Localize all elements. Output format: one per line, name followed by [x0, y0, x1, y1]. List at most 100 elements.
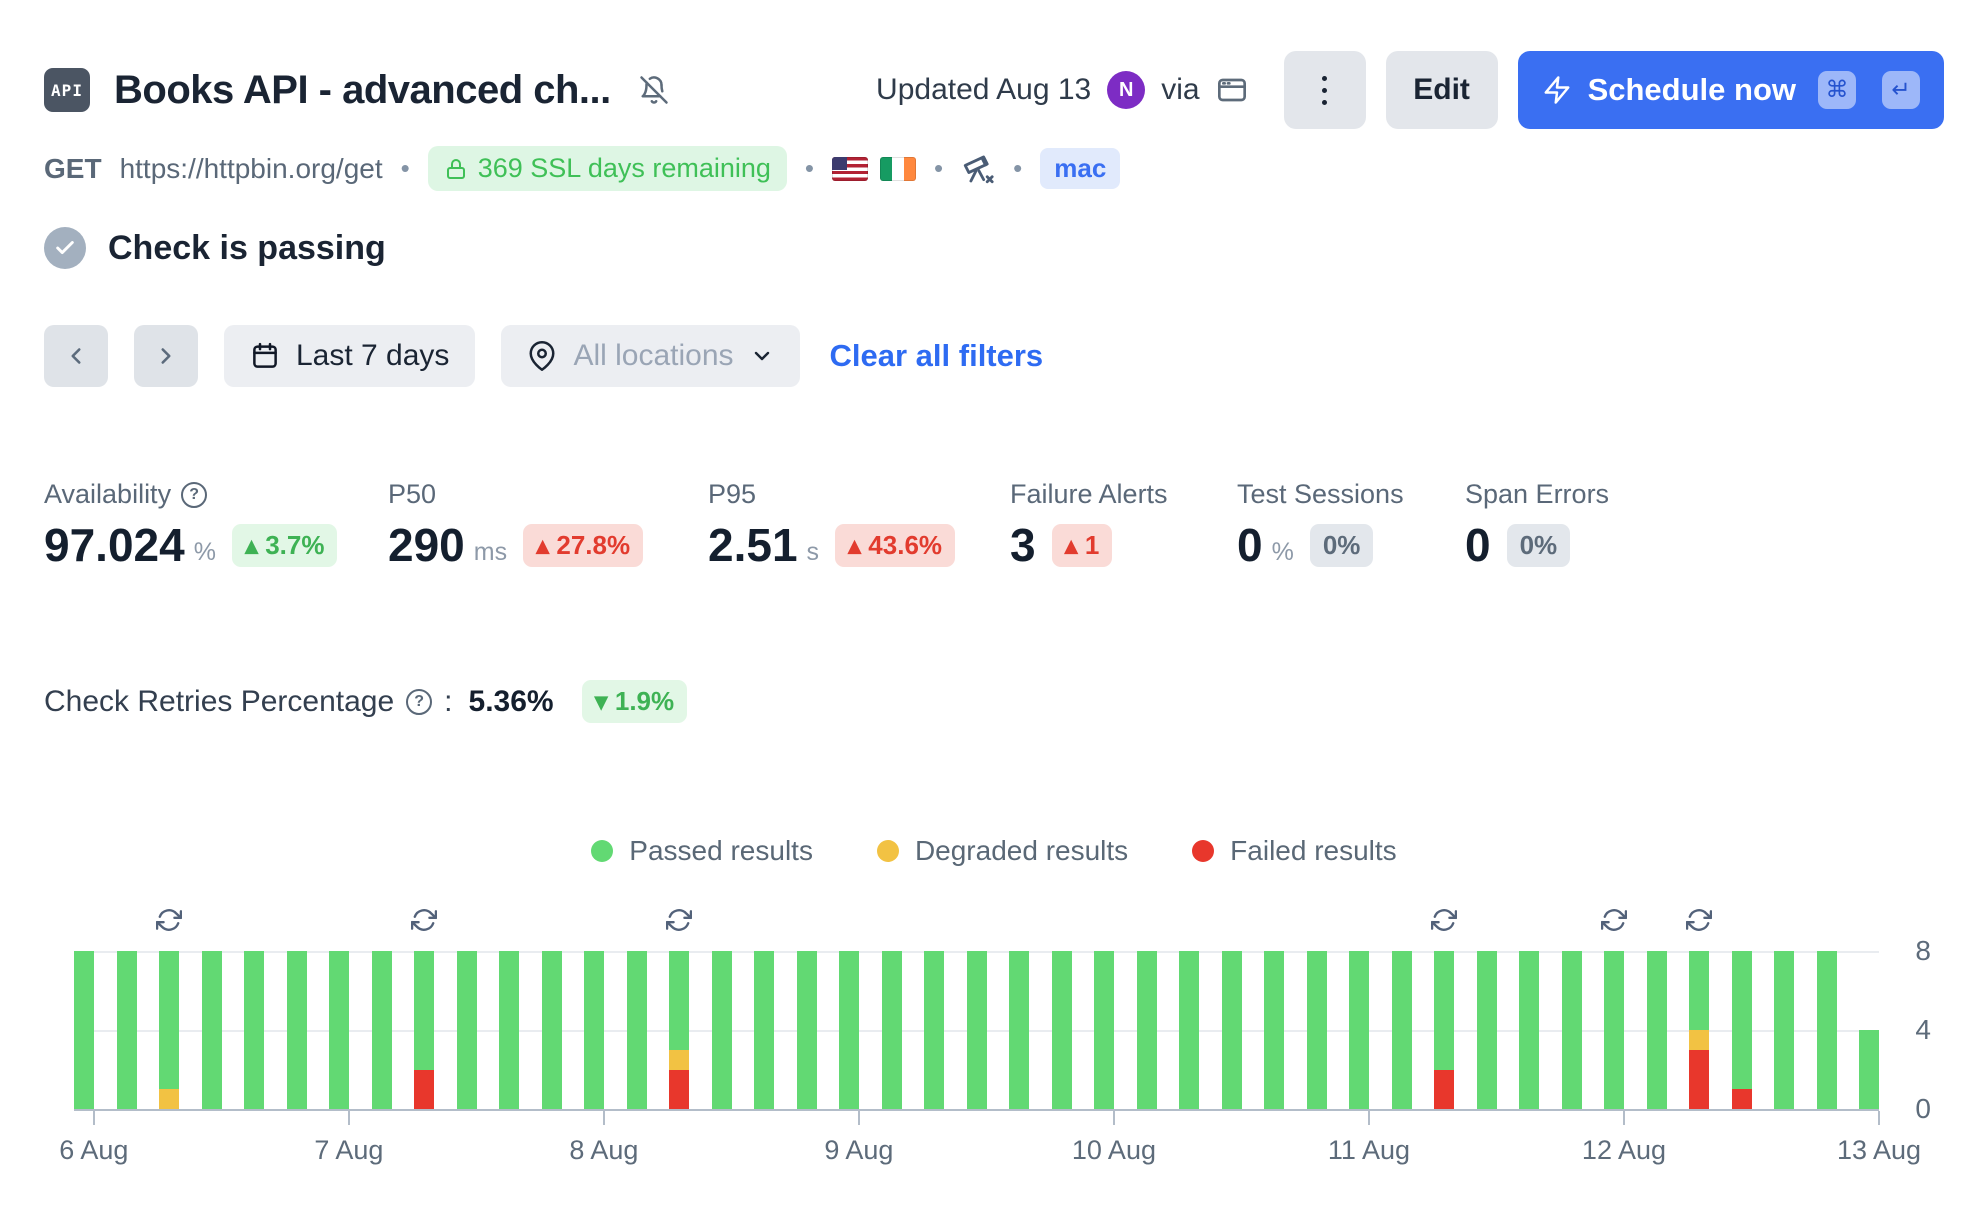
x-tick-mark [1113, 1111, 1115, 1125]
retries-trend-badge: ▾ 1.9% [582, 680, 688, 723]
result-bar-7[interactable] [329, 951, 349, 1109]
result-bar-3[interactable] [159, 951, 179, 1109]
result-bar-8[interactable] [372, 951, 392, 1109]
result-bar-25[interactable] [1094, 951, 1114, 1109]
result-bar-26[interactable] [1137, 951, 1157, 1109]
check-overview-page: API Books API - advanced ch... Updated A… [0, 50, 1988, 1111]
y-tick-label: 0 [1915, 1093, 1931, 1125]
calendar-icon [250, 341, 280, 371]
more-options-button[interactable] [1284, 51, 1366, 129]
api-type-chip: API [44, 68, 90, 112]
result-bar-38[interactable] [1647, 951, 1667, 1109]
clear-all-filters-link[interactable]: Clear all filters [830, 338, 1044, 374]
result-bar-32[interactable] [1392, 951, 1412, 1109]
info-icon[interactable]: ? [406, 689, 432, 715]
ireland-flag-icon [880, 157, 916, 181]
lock-icon [444, 157, 468, 181]
passed-segment [754, 951, 774, 1109]
result-bar-13[interactable] [584, 951, 604, 1109]
result-bar-33[interactable] [1434, 951, 1454, 1109]
result-bar-39[interactable] [1689, 951, 1709, 1109]
result-bar-6[interactable] [287, 951, 307, 1109]
passed-segment [1307, 951, 1327, 1109]
stat-trend-badge: ▴ 1 [1052, 524, 1113, 567]
result-bar-4[interactable] [202, 951, 222, 1109]
result-bar-18[interactable] [797, 951, 817, 1109]
map-pin-icon [527, 341, 557, 371]
result-bar-28[interactable] [1222, 951, 1242, 1109]
zap-icon [1542, 75, 1572, 105]
result-bar-1[interactable] [74, 951, 94, 1109]
result-bar-11[interactable] [499, 951, 519, 1109]
result-bar-30[interactable] [1307, 951, 1327, 1109]
legend-item-degraded[interactable]: Degraded results [877, 835, 1128, 867]
via-label: via [1161, 73, 1199, 107]
result-bar-37[interactable] [1604, 951, 1624, 1109]
next-period-button[interactable] [134, 325, 198, 387]
result-bar-17[interactable] [754, 951, 774, 1109]
x-tick-label: 12 Aug [1582, 1135, 1666, 1166]
passed-segment [1392, 951, 1412, 1109]
separator-dot: • [1013, 153, 1022, 184]
bell-off-icon[interactable] [639, 75, 669, 105]
result-bar-15[interactable] [669, 951, 689, 1109]
stat-value: 97.024 [44, 522, 185, 568]
us-flag-icon [832, 157, 868, 181]
result-bar-43[interactable] [1859, 951, 1879, 1109]
page-title: Books API - advanced ch... [114, 68, 611, 113]
result-bar-21[interactable] [924, 951, 944, 1109]
stat-label: Test Sessions [1237, 479, 1404, 510]
result-bar-35[interactable] [1519, 951, 1539, 1109]
legend-item-failed[interactable]: Failed results [1192, 835, 1397, 867]
result-bar-5[interactable] [244, 951, 264, 1109]
result-bar-27[interactable] [1179, 951, 1199, 1109]
result-bar-14[interactable] [627, 951, 647, 1109]
failed-segment [414, 1070, 434, 1110]
result-bar-16[interactable] [712, 951, 732, 1109]
passed-segment [1009, 951, 1029, 1109]
result-bar-31[interactable] [1349, 951, 1369, 1109]
bars-container [74, 951, 1879, 1109]
schedule-now-button[interactable]: Schedule now ⌘ ↵ [1518, 51, 1944, 129]
result-bar-20[interactable] [882, 951, 902, 1109]
result-bar-34[interactable] [1477, 951, 1497, 1109]
result-bar-10[interactable] [457, 951, 477, 1109]
result-bar-19[interactable] [839, 951, 859, 1109]
check-passing-icon [44, 227, 86, 269]
result-bar-22[interactable] [967, 951, 987, 1109]
x-tick-mark [603, 1111, 605, 1125]
passed-segment [1349, 951, 1369, 1109]
result-bar-36[interactable] [1562, 951, 1582, 1109]
result-bar-24[interactable] [1052, 951, 1072, 1109]
result-bar-23[interactable] [1009, 951, 1029, 1109]
chart-plot-area: 6 Aug7 Aug8 Aug9 Aug10 Aug11 Aug12 Aug13… [74, 951, 1879, 1111]
result-bar-40[interactable] [1732, 951, 1752, 1109]
stat-value: 2.51 [708, 522, 798, 568]
stat-unit: % [1272, 538, 1294, 567]
retry-icon [1601, 907, 1627, 933]
result-bar-29[interactable] [1264, 951, 1284, 1109]
edit-button[interactable]: Edit [1386, 51, 1498, 129]
date-range-button[interactable]: Last 7 days [224, 325, 475, 387]
passed-segment [967, 951, 987, 1109]
filter-row: Last 7 days All locations Clear all filt… [44, 325, 1944, 387]
separator-dot: • [401, 153, 410, 184]
result-bar-42[interactable] [1817, 951, 1837, 1109]
legend-label: Passed results [629, 835, 813, 867]
prev-period-button[interactable] [44, 325, 108, 387]
legend-item-passed[interactable]: Passed results [591, 835, 813, 867]
result-bar-9[interactable] [414, 951, 434, 1109]
result-bar-2[interactable] [117, 951, 137, 1109]
stats-row: Availability?97.024%▴ 3.7%P50290ms▴ 27.8… [44, 479, 1944, 568]
x-tick-mark [1878, 1111, 1880, 1125]
result-bar-41[interactable] [1774, 951, 1794, 1109]
stat-label: P95 [708, 479, 756, 510]
info-icon[interactable]: ? [181, 482, 207, 508]
failed-segment [1689, 1050, 1709, 1109]
result-bar-12[interactable] [542, 951, 562, 1109]
stat-value: 3 [1010, 522, 1036, 568]
locations-dropdown[interactable]: All locations [501, 325, 799, 387]
locations-label: All locations [573, 339, 733, 373]
browser-window-icon [1216, 74, 1248, 106]
retry-icon [1686, 907, 1712, 933]
